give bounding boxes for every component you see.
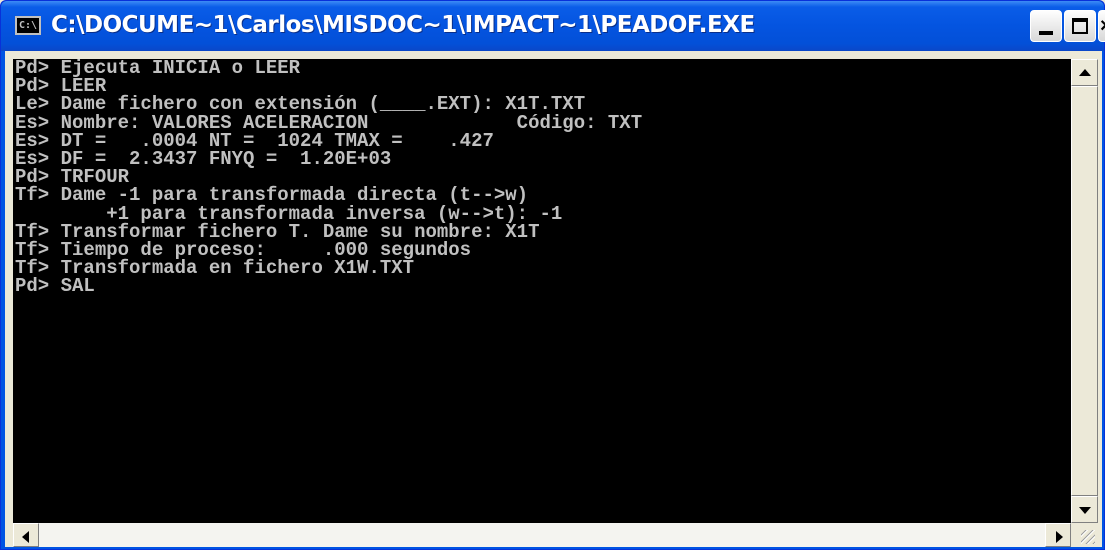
console-line: Pd> Ejecuta INICIA o LEER: [15, 59, 301, 79]
scroll-left-button[interactable]: [13, 523, 39, 547]
console-line: +1 para transformada inversa (w-->t): -1: [15, 202, 563, 225]
vertical-scroll-thumb[interactable]: [1071, 86, 1098, 496]
console-line: Tf> Transformada en fichero X1W.TXT: [15, 257, 415, 280]
console-line: Es> DF = 2.3437 FNYQ = 1.20E+03: [15, 147, 392, 170]
resize-grip-icon: [1081, 530, 1095, 544]
console-output[interactable]: Pd> Ejecuta INICIA o LEER Pd> LEER Le> Dam…: [13, 59, 1071, 523]
client-area: Pd> Ejecuta INICIA o LEER Pd> LEER Le> Dam…: [5, 51, 1102, 547]
horizontal-scrollbar[interactable]: [13, 523, 1071, 547]
arrow-down-icon: [1079, 507, 1091, 514]
window-title: C:\DOCUME~1\Carlos\MISDOC~1\IMPACT~1\PEA…: [51, 12, 755, 38]
scroll-down-button[interactable]: [1071, 496, 1098, 523]
scroll-up-button[interactable]: [1071, 59, 1098, 86]
console-window: C:\ C:\DOCUME~1\Carlos\MISDOC~1\IMPACT~1…: [0, 0, 1105, 550]
arrow-right-icon: [1056, 531, 1063, 543]
maximize-icon: [1072, 18, 1088, 34]
minimize-button[interactable]: [1030, 10, 1062, 42]
console-line: Le> Dame fichero con extensión (____.EXT…: [15, 93, 586, 116]
title-bar[interactable]: C:\ C:\DOCUME~1\Carlos\MISDOC~1\IMPACT~1…: [1, 1, 1105, 51]
vertical-scrollbar[interactable]: [1071, 59, 1098, 523]
close-button[interactable]: ×: [1098, 10, 1105, 42]
minimize-icon: [1039, 31, 1053, 35]
arrow-left-icon: [22, 531, 29, 543]
console-line: Tf> Dame -1 para transformada directa (t…: [15, 184, 529, 207]
scroll-right-button[interactable]: [1045, 523, 1071, 547]
maximize-button[interactable]: [1064, 10, 1096, 42]
console-line: Pd> SAL: [15, 275, 95, 298]
arrow-up-icon: [1079, 69, 1091, 76]
console-icon[interactable]: C:\: [15, 16, 41, 35]
close-icon: ×: [1100, 16, 1105, 36]
resize-grip[interactable]: [1071, 523, 1098, 547]
